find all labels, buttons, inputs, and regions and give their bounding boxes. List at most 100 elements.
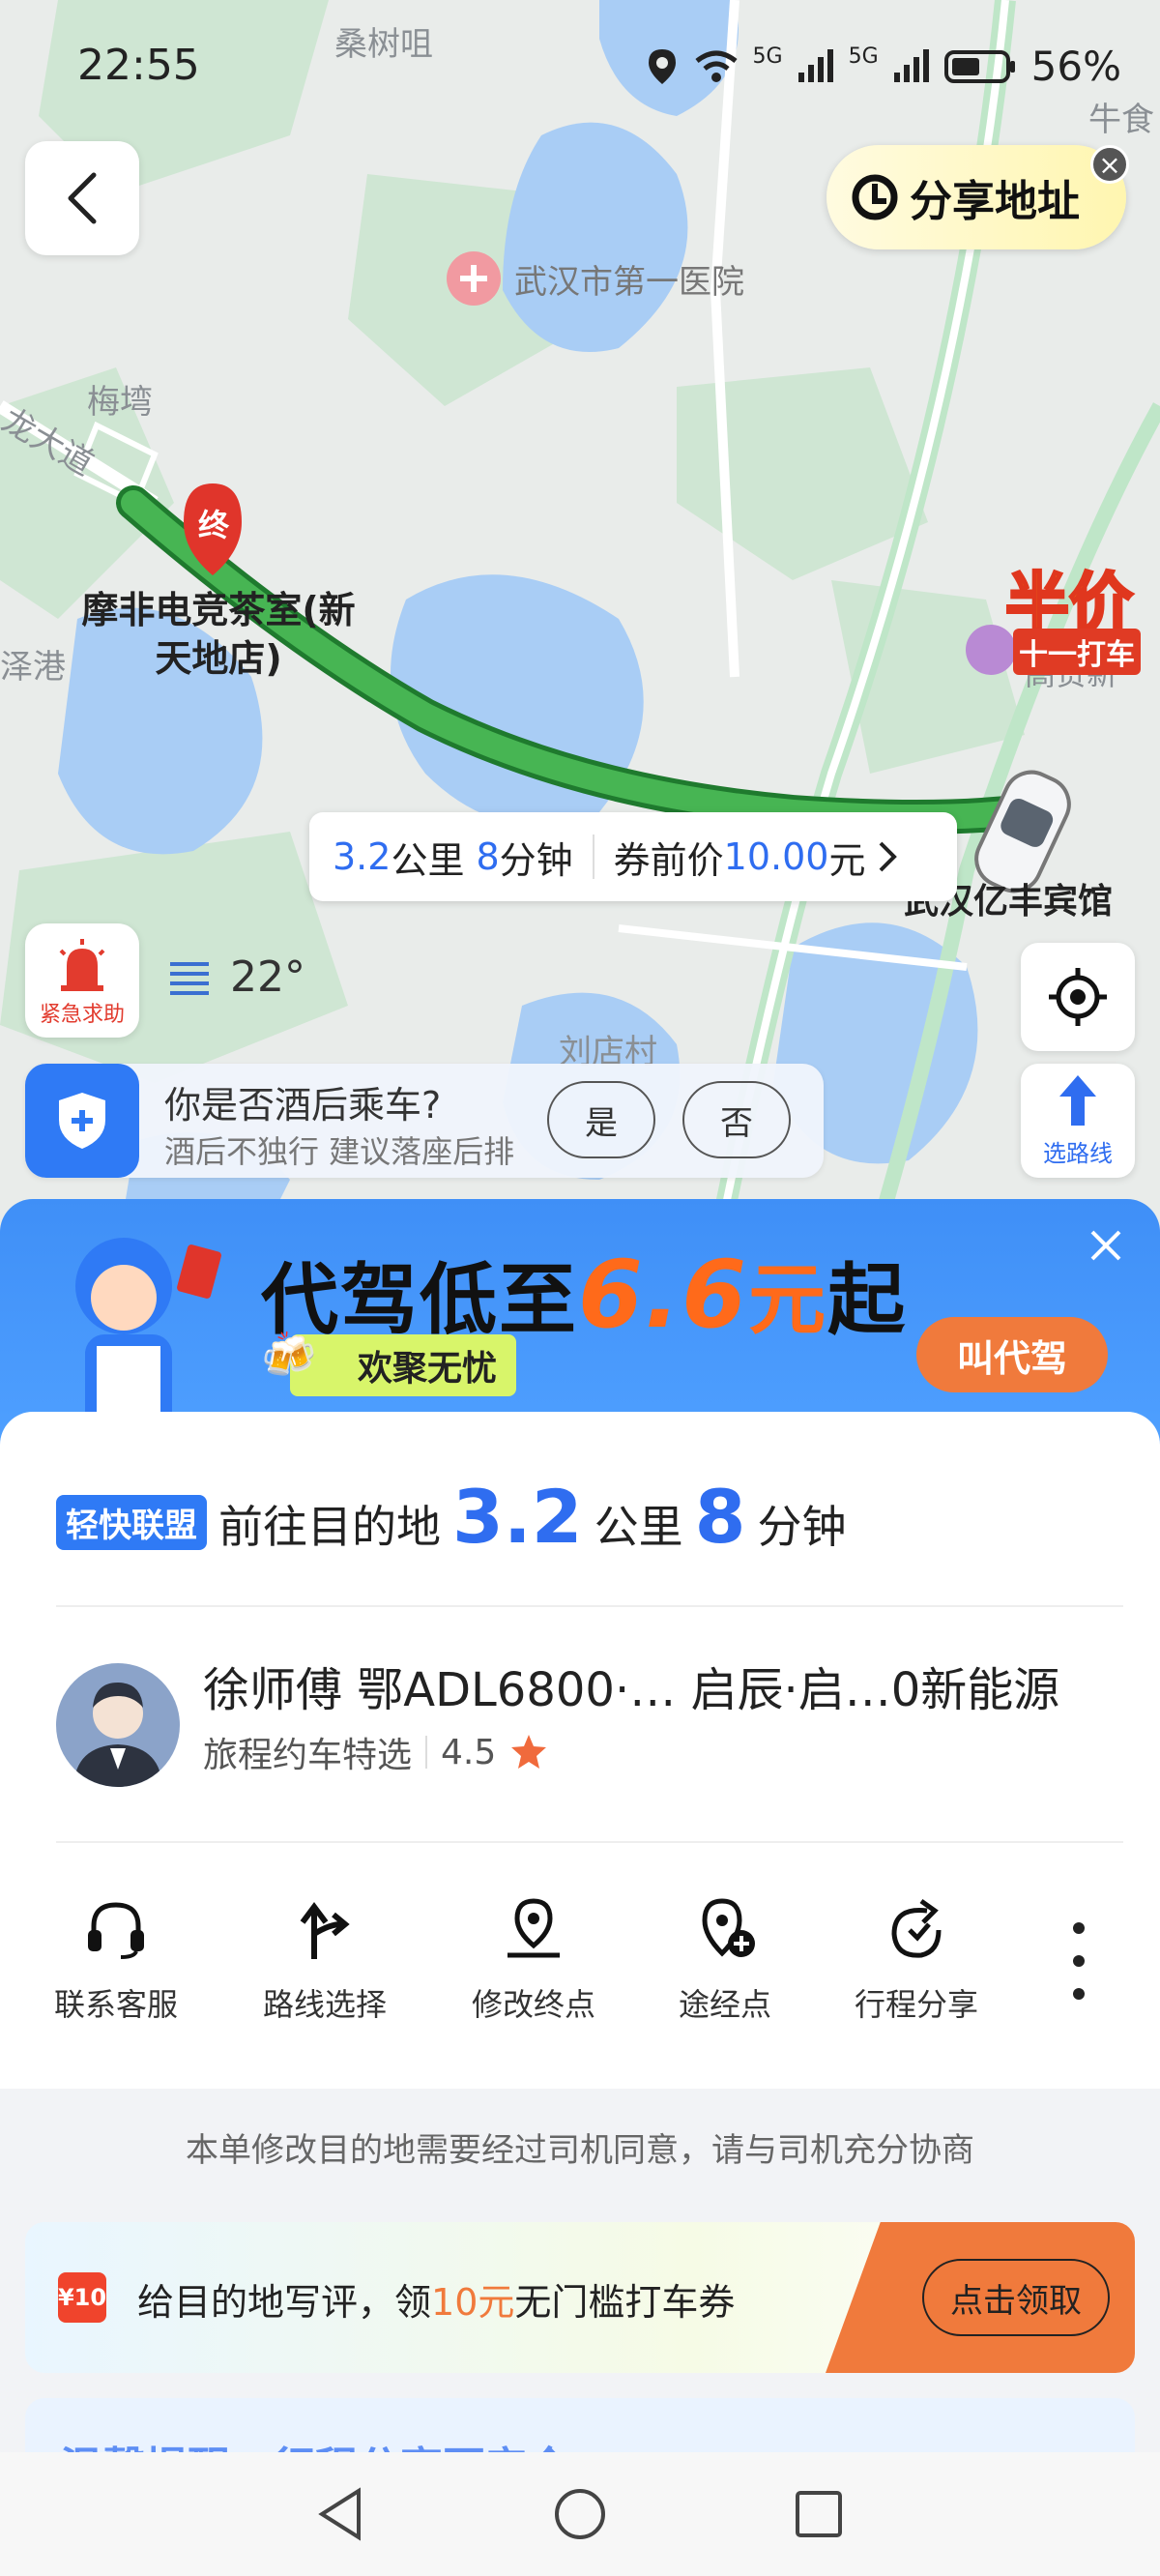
action-route-select[interactable]: 路线选择 <box>228 1895 421 2025</box>
haze-icon <box>170 961 209 995</box>
share-icon <box>891 1898 942 1958</box>
coupon-icon: ¥10 <box>58 2272 106 2323</box>
locate-button[interactable] <box>1021 943 1135 1051</box>
battery-percent: 56% <box>1030 43 1121 90</box>
trip-minutes-unit: 分钟 <box>757 1501 847 1553</box>
nav-home-icon[interactable] <box>551 2485 609 2543</box>
location-icon <box>648 48 676 84</box>
route-time-unit: 分钟 <box>499 838 573 882</box>
driver-meta-divider <box>425 1736 428 1769</box>
driver-avatar[interactable] <box>56 1663 180 1787</box>
drunk-ride-prompt: 你是否酒后乘车? 酒后不独行 建议落座后排 是 否 <box>25 1064 824 1178</box>
action-label: 修改终点 <box>471 1986 595 2023</box>
review-text-highlight: 10元 <box>431 2281 515 2324</box>
trip-prefix: 前往目的地 <box>218 1501 441 1553</box>
map-label-meiwan: 梅塆 <box>87 383 153 422</box>
promo-title-number: 6.6 <box>578 1241 749 1349</box>
more-dot <box>1073 1922 1085 1934</box>
review-text-before: 给目的地写评，领 <box>137 2281 432 2324</box>
driver-rating: 4.5 <box>441 1732 497 1772</box>
locate-icon <box>1049 968 1107 1026</box>
map-label-gang: 泽港 <box>0 648 66 687</box>
close-icon[interactable] <box>1087 1226 1125 1265</box>
pin-icon <box>508 1898 560 1958</box>
call-driver-button[interactable]: 叫代驾 <box>916 1317 1108 1392</box>
action-waypoint[interactable]: 途经点 <box>628 1895 822 2025</box>
route-price-value: 10.00 <box>723 835 829 878</box>
route-info-card[interactable]: 3.2 公里 8 分钟 券前价 10.00 元 <box>309 812 957 901</box>
route-info-divider <box>592 834 594 879</box>
destination-name-line1: 摩非电竞茶室(新 <box>81 589 356 631</box>
map-label-niu: 牛食 <box>1088 101 1154 139</box>
review-text-after: 无门槛打车券 <box>514 2281 736 2324</box>
sos-label: 紧急求助 <box>39 1003 125 1027</box>
route-time-value: 8 <box>476 835 500 878</box>
select-route-label: 选路线 <box>1043 1140 1113 1167</box>
route-icon <box>300 1902 350 1959</box>
signal-icon-2 <box>893 48 929 82</box>
map-view[interactable]: 桑树咀 武汉市第一医院 梅塆 龙大道 泽港 刘店村 牛食 高贤新 武汉亿丰宾馆 … <box>0 0 1160 1257</box>
nav-back-icon[interactable] <box>314 2485 368 2543</box>
trip-distance: 3.2 <box>452 1474 583 1560</box>
promo-title-suffix: 起 <box>827 1255 908 1345</box>
action-trip-share[interactable]: 行程分享 <box>820 1895 1013 2025</box>
divider <box>56 1841 1123 1843</box>
map-label-hospital[interactable]: 武汉市第一医院 <box>514 255 744 303</box>
trip-distance-unit: 公里 <box>594 1501 683 1553</box>
action-bar: 联系客服 路线选择 修改终点 途经点 行程分享 <box>0 1895 1160 2050</box>
more-dot <box>1073 1988 1085 2000</box>
more-button[interactable] <box>1059 1922 1098 2000</box>
signal-icon-1 <box>798 48 833 82</box>
share-address-button[interactable]: 分享地址 <box>826 145 1126 249</box>
share-address-label: 分享地址 <box>910 177 1080 226</box>
select-route-button[interactable]: 选路线 <box>1021 1064 1135 1178</box>
headset-icon <box>88 1902 144 1959</box>
half-price-badge[interactable]: 半价 十一打车 <box>986 512 1160 677</box>
nav-recents-icon[interactable] <box>792 2487 846 2541</box>
arrow-up-icon <box>1059 1075 1096 1126</box>
more-dot <box>1073 1955 1085 1967</box>
chevron-right-icon <box>880 841 898 872</box>
back-button[interactable] <box>25 141 139 255</box>
destination-marker[interactable]: 终 <box>198 501 229 545</box>
status-time: 22:55 <box>77 41 200 90</box>
review-coupon-banner[interactable]: ¥10 给目的地写评，领10元无门槛打车券 点击领取 <box>25 2222 1135 2373</box>
driver-name[interactable]: 徐师傅 鄂ADL6800·… 启辰·启…0新能源 <box>203 1652 1059 1719</box>
weather-temp: 22° <box>230 952 305 1002</box>
system-nav-bar <box>0 2452 1160 2576</box>
wifi-icon <box>694 50 738 82</box>
drunk-no-button[interactable]: 否 <box>682 1081 791 1158</box>
star-icon <box>511 1735 547 1769</box>
destination-name-line2: 天地店) <box>155 637 282 680</box>
action-customer-service[interactable]: 联系客服 <box>19 1895 213 2025</box>
route-distance-unit: 公里 <box>391 838 465 882</box>
destination-name[interactable]: 摩非电竞茶室(新 天地店) <box>64 586 373 683</box>
weather-info: 22° <box>166 952 305 1002</box>
beer-icon: 🍻 <box>261 1329 317 1381</box>
action-label: 途经点 <box>678 1986 771 2023</box>
status-icons: 5G 5G 56% <box>645 43 1121 90</box>
half-price-small: 十一打车 <box>1013 629 1141 675</box>
route-price-unit: 元 <box>828 838 866 882</box>
drunk-question: 你是否酒后乘车? <box>164 1084 442 1127</box>
network-5g-2: 5G <box>848 44 879 69</box>
action-change-destination[interactable]: 修改终点 <box>437 1895 630 2025</box>
driver-service: 旅程约车特选 <box>203 1736 413 1775</box>
avatar-icon <box>73 1683 162 1787</box>
chevron-left-icon <box>68 172 97 224</box>
trip-sheet: 轻快联盟 前往目的地 3.2 公里 8 分钟 徐师傅 鄂ADL6800·… 启辰… <box>0 1412 1160 2089</box>
share-location-icon <box>852 174 898 220</box>
status-bar: 22:55 5G 5G 56% <box>0 39 1160 97</box>
share-address-close-button[interactable]: × <box>1090 145 1129 184</box>
action-label: 行程分享 <box>854 1986 978 2023</box>
drunk-yes-button[interactable]: 是 <box>547 1081 655 1158</box>
claim-coupon-button[interactable]: 点击领取 <box>922 2259 1110 2336</box>
route-distance-value: 3.2 <box>333 835 392 878</box>
trip-minutes: 8 <box>694 1474 746 1560</box>
destination-change-notice: 本单修改目的地需要经过司机同意，请与司机充分协商 <box>186 2131 974 2170</box>
trip-summary: 轻快联盟 前往目的地 3.2 公里 8 分钟 <box>56 1474 847 1560</box>
alarm-icon <box>59 939 105 991</box>
sos-button[interactable]: 紧急求助 <box>25 923 139 1038</box>
driver-meta: 旅程约车特选 4.5 <box>203 1727 548 1777</box>
review-text: 给目的地写评，领10元无门槛打车券 <box>137 2272 735 2326</box>
